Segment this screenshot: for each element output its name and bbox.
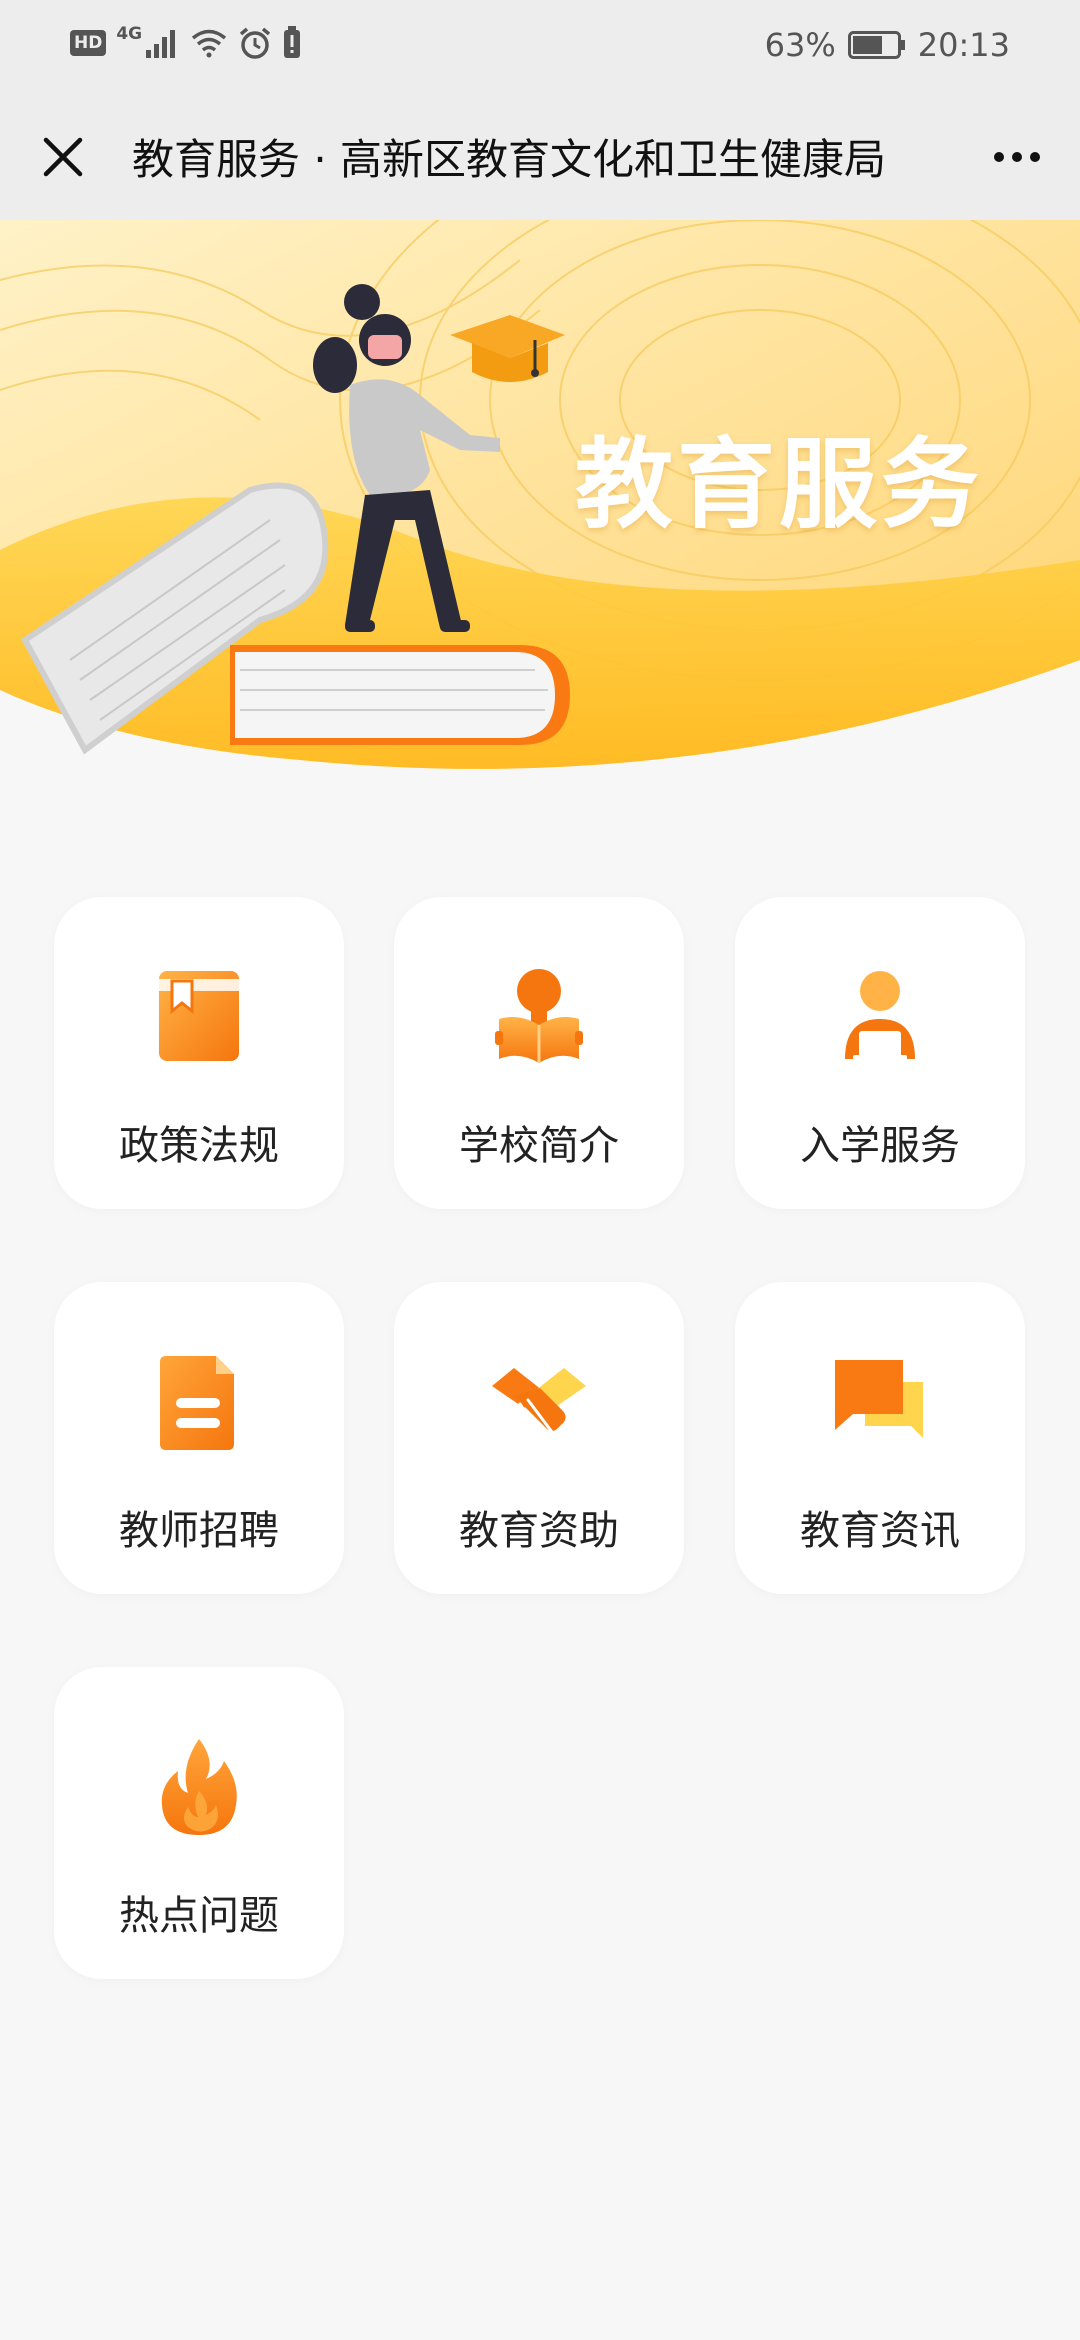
service-card-news[interactable]: 教育资讯 — [735, 1282, 1025, 1594]
more-icon — [994, 152, 1040, 162]
service-card-school-intro[interactable]: 学校简介 — [394, 897, 684, 1209]
user-laptop-icon — [845, 971, 915, 1061]
battery-icon — [847, 31, 905, 59]
service-card-enrollment[interactable]: 入学服务 — [735, 897, 1025, 1209]
book-icon — [159, 971, 239, 1061]
service-label-recruitment: 教师招聘 — [119, 1508, 279, 1554]
chat-icon — [835, 1360, 923, 1438]
signal-icon — [146, 30, 176, 58]
status-right: 63% 20:13 — [765, 26, 1010, 64]
alert-icon — [284, 26, 301, 58]
service-card-funding[interactable]: 教育资助 — [394, 1282, 684, 1594]
hd-icon: HD — [70, 30, 107, 56]
status-left: HD 4G — [70, 24, 302, 60]
wifi-icon — [192, 29, 227, 58]
service-card-hot-topics[interactable]: 热点问题 — [54, 1667, 344, 1979]
title-bar: 教育服务 · 高新区教育文化和卫生健康局 — [0, 92, 1080, 220]
alarm-icon — [240, 27, 271, 59]
document-icon — [160, 1356, 234, 1450]
network-type: 4G — [116, 24, 143, 44]
service-label-policy: 政策法规 — [119, 1123, 279, 1169]
service-label-hot-topics: 热点问题 — [119, 1893, 279, 1939]
banner-title: 教育服务 — [575, 427, 984, 542]
service-card-recruitment[interactable]: 教师招聘 — [54, 1282, 344, 1594]
hero-banner: 教育服务 — [0, 220, 1080, 780]
status-bar: HD 4G 63% 20:13 — [0, 0, 1080, 92]
battery-percent: 63% — [764, 26, 836, 64]
clock: 20:13 — [917, 26, 1010, 64]
service-label-funding: 教育资助 — [459, 1508, 619, 1554]
close-icon — [43, 137, 83, 177]
close-button[interactable] — [28, 122, 98, 192]
service-label-enrollment: 入学服务 — [800, 1123, 960, 1169]
fire-icon — [161, 1739, 237, 1835]
service-label-news: 教育资讯 — [800, 1508, 960, 1554]
handshake-icon — [492, 1368, 586, 1442]
more-button[interactable] — [982, 122, 1052, 192]
reading-person-icon — [495, 969, 583, 1063]
service-card-policy[interactable]: 政策法规 — [54, 897, 344, 1209]
service-label-school-intro: 学校简介 — [459, 1123, 619, 1169]
page-title: 教育服务 · 高新区教育文化和卫生健康局 — [132, 135, 887, 184]
